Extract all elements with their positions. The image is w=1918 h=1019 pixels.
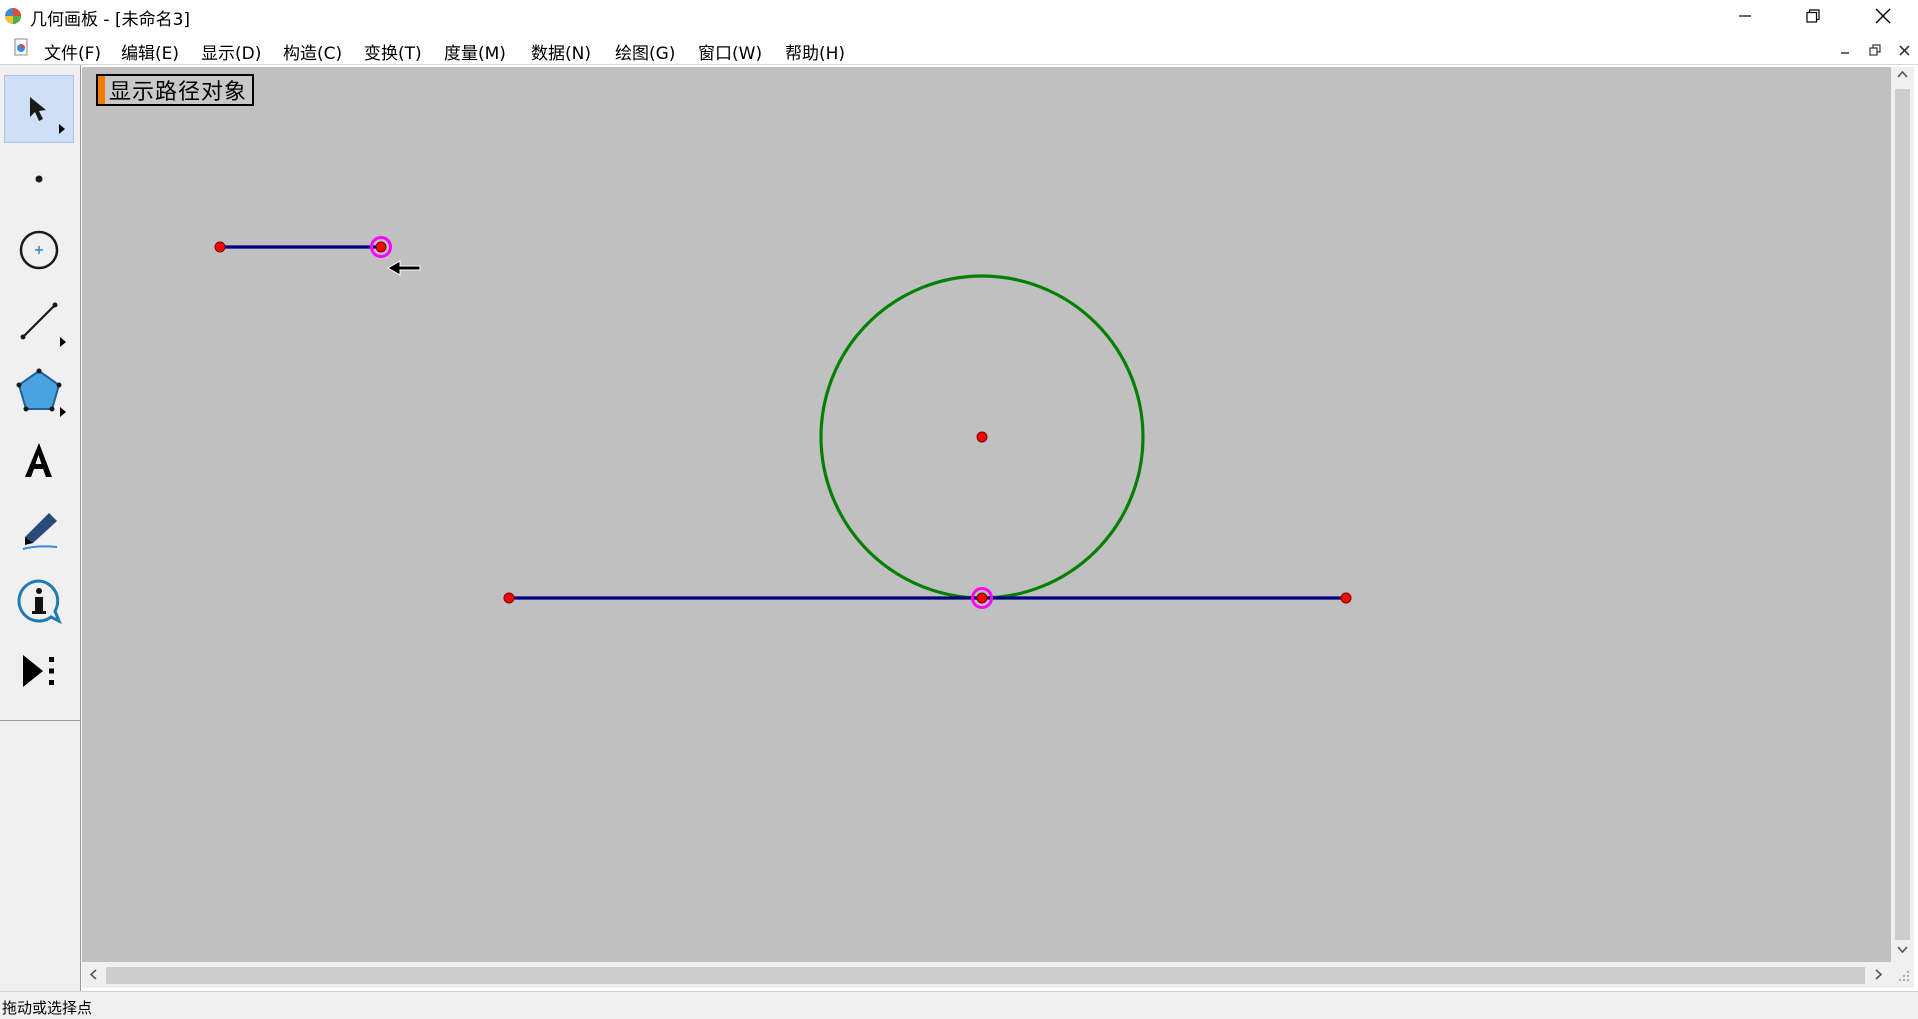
menu-edit[interactable]: 编辑(E)	[121, 39, 179, 64]
action-button-handle[interactable]	[98, 76, 105, 104]
pentagon-icon	[16, 368, 62, 412]
resize-grip-icon	[1899, 971, 1909, 981]
scroll-up-icon[interactable]	[1897, 69, 1908, 84]
title-bar: 几何画板 - [未命名3]	[0, 0, 1918, 32]
status-text: 拖动或选择点	[2, 999, 93, 1017]
restore-button[interactable]	[1778, 0, 1848, 32]
text-tool[interactable]	[4, 427, 74, 495]
resize-grip[interactable]	[1891, 962, 1914, 988]
restore-icon	[1806, 9, 1820, 23]
circle-icon	[19, 230, 59, 270]
document-minimize-button[interactable]	[1834, 41, 1856, 59]
menu-construct[interactable]: 构造(C)	[283, 39, 342, 64]
segment-endpoint[interactable]	[1340, 592, 1352, 604]
toolbox-divider	[0, 720, 80, 721]
toolbox	[0, 65, 81, 991]
close-button[interactable]	[1848, 0, 1918, 32]
submenu-arrow-icon	[59, 124, 65, 134]
horizontal-scroll-thumb[interactable]	[106, 967, 1865, 984]
circle-center-point[interactable]	[976, 431, 988, 443]
tangent-point[interactable]	[976, 592, 988, 604]
menu-graph[interactable]: 绘图(G)	[615, 39, 675, 64]
segment-endpoint[interactable]	[503, 592, 515, 604]
window-title: 几何画板 - [未命名3]	[30, 10, 191, 30]
horizontal-scrollbar[interactable]	[82, 962, 1891, 988]
minimize-button[interactable]	[1710, 0, 1780, 32]
information-tool[interactable]	[4, 567, 74, 635]
scroll-right-icon[interactable]	[1873, 969, 1884, 984]
menu-help[interactable]: 帮助(H)	[785, 39, 845, 64]
vertical-scrollbar[interactable]	[1891, 67, 1914, 962]
submenu-arrow-icon	[60, 407, 66, 417]
cursor-left-arrow-icon	[387, 260, 421, 276]
play-dots-icon	[23, 655, 54, 687]
minimize-icon	[1739, 15, 1751, 17]
scroll-down-icon[interactable]	[1897, 944, 1908, 959]
close-icon	[1875, 8, 1891, 24]
compass-tool[interactable]	[4, 216, 74, 284]
straightedge-tool[interactable]	[4, 287, 74, 355]
custom-tool[interactable]	[4, 637, 74, 705]
segment-endpoint[interactable]	[214, 241, 226, 253]
submenu-arrow-icon	[60, 337, 66, 347]
restore-icon	[1869, 44, 1881, 56]
menu-bar: 文件(F) 编辑(E) 显示(D) 构造(C) 变换(T) 度量(M) 数据(N…	[0, 32, 1918, 65]
scroll-left-icon[interactable]	[88, 969, 99, 984]
sketchpad-app-icon	[5, 8, 21, 24]
document-restore-button[interactable]	[1864, 41, 1886, 59]
arrow-pointer-icon	[30, 97, 46, 121]
sketch-canvas[interactable]: 显示路径对象	[82, 67, 1891, 962]
menu-transform[interactable]: 变换(T)	[364, 39, 422, 64]
segment-endpoint[interactable]	[375, 241, 387, 253]
menu-measure[interactable]: 度量(M)	[444, 39, 506, 64]
status-bar: 拖动或选择点	[0, 991, 1918, 1019]
menu-file[interactable]: 文件(F)	[44, 39, 101, 64]
point-tool[interactable]	[4, 145, 74, 213]
letter-a-icon	[25, 443, 52, 477]
close-icon	[1898, 44, 1910, 56]
action-button-label: 显示路径对象	[109, 80, 248, 105]
minimize-icon	[1841, 52, 1849, 54]
pen-icon	[22, 513, 58, 550]
polygon-tool[interactable]	[4, 357, 74, 425]
vertical-scroll-thumb[interactable]	[1895, 89, 1910, 940]
show-path-action-button[interactable]: 显示路径对象	[96, 74, 255, 106]
marker-tool[interactable]	[4, 497, 74, 565]
menu-data[interactable]: 数据(N)	[531, 39, 591, 64]
document-icon[interactable]	[12, 38, 30, 56]
point-icon	[35, 175, 43, 183]
segment-icon	[20, 302, 58, 340]
menu-window[interactable]: 窗口(W)	[698, 39, 762, 64]
info-icon	[17, 579, 62, 625]
menu-display[interactable]: 显示(D)	[201, 39, 261, 64]
selection-arrow-tool[interactable]	[4, 75, 74, 143]
sketch-drawing	[214, 236, 1352, 609]
document-close-button[interactable]	[1893, 41, 1915, 59]
